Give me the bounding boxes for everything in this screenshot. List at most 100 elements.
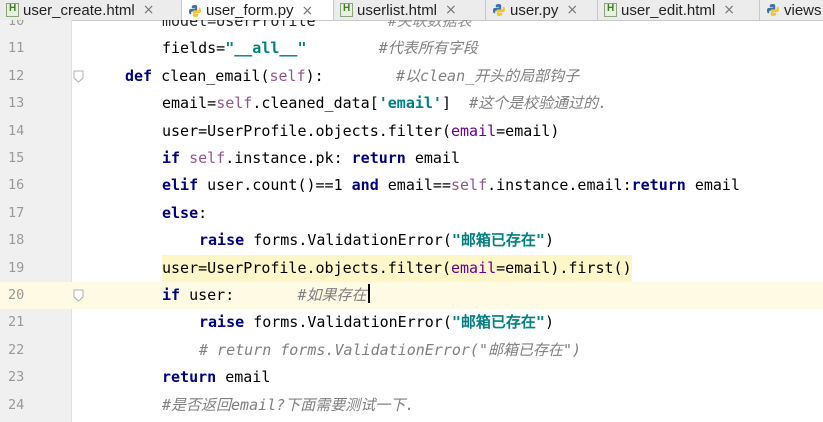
code-line[interactable]: 19 user=UserProfile.objects.filter(email=… [0,254,823,282]
code-text: return email [162,364,270,391]
editor-tab-bar: user_create.html×user_form.py×userlist.h… [0,0,823,21]
code-token: ] [441,94,470,113]
code-line[interactable]: 16 elif user.count()==1 and email==self.i… [0,172,823,199]
tab-close-icon[interactable]: × [723,2,735,18]
code-token: #关联数据表 [387,20,472,30]
code-line[interactable]: 23 return email [0,364,823,391]
code-text: raise forms.ValidationError("邮箱已存在") [199,227,554,254]
fold-marker-icon[interactable] [73,289,84,302]
code-token: email [225,368,271,387]
code-token: #如果存在 [297,286,367,304]
code-token: email [450,121,497,140]
code-token: user=UserProfile.objects.filter( [162,258,451,277]
code-token: =email) [496,121,560,140]
line-number: 16 [8,177,25,194]
code-text: elif user.count()==1 and email==self.ins… [162,172,740,199]
line-number: 11 [8,40,25,57]
code-token: forms.ValidationError( [253,231,452,250]
code-line[interactable]: 18 raise forms.ValidationError("邮箱已存在") [0,227,823,254]
tab-close-icon[interactable]: × [566,2,578,18]
line-number: 21 [8,314,25,331]
code-token: ) [544,231,554,250]
code-token: .instance.email: [487,176,632,195]
code-line[interactable]: 15 if self.instance.pk: return email [0,145,823,172]
tab-user-edit-html[interactable]: user_edit.html × [598,0,760,20]
code-token: model=UserProfile [162,20,316,30]
code-text: raise forms.ValidationError("邮箱已存在") [199,309,554,336]
tab-label: user_create.html [23,1,135,19]
code-token: email [414,149,461,167]
line-number: 19 [8,259,25,276]
line-number: 14 [8,122,25,139]
code-token: .instance.pk: [225,149,352,167]
code-token: .cleaned_data[ [252,94,379,113]
code-text: fields="__all__" #代表所有字段 [162,35,478,62]
line-number: 10 [8,20,25,29]
code-token: email= [162,94,217,113]
tab-label: userlist.html [357,1,438,19]
code-token: #这个是校验通过的. [469,94,608,113]
code-line[interactable]: 24 #是否返回email?下面需要测试一下. [0,392,823,419]
code-text: if user: #如果存在 [162,282,370,309]
line-number: 13 [8,95,25,112]
code-editor[interactable]: 10 model=UserProfile #关联数据表 11 fields="__al… [0,20,823,422]
tab-close-icon[interactable]: × [302,3,314,19]
line-number: 18 [8,232,25,249]
code-line[interactable]: 10 model=UserProfile #关联数据表 [0,20,823,35]
tab-user-py[interactable]: user.py × [486,0,598,20]
code-text: user=UserProfile.objects.filter(email=em… [162,254,632,282]
code-token: return [631,176,695,195]
code-text: model=UserProfile #关联数据表 [162,20,472,35]
code-token: user: [189,286,235,304]
code-token: ): [305,66,324,85]
tab-user-form-py[interactable]: user_form.py × [182,0,334,20]
code-line[interactable]: 22 # return forms.ValidationError("邮箱已存在"… [0,337,823,364]
tab-userlist-html[interactable]: userlist.html × [334,0,486,20]
code-token: email== [387,176,451,195]
tab-label: user.py [510,1,559,19]
code-token: user.count()==1 [207,176,352,195]
tab-label: user_form.py [206,2,294,19]
code-line[interactable]: 12 def clean_email(self): #以clean_开头的局部钩子 [0,63,823,90]
tab-views[interactable]: views [760,0,823,20]
code-line[interactable]: 17 else: [0,200,823,227]
code-line[interactable]: 21 raise forms.ValidationError("邮箱已存在") [0,309,823,336]
text-cursor [367,284,370,303]
fold-marker-icon[interactable] [73,70,84,83]
code-line[interactable]: 20 if user: #如果存在 [0,282,823,310]
line-number: 12 [8,67,25,84]
code-line[interactable]: 11 fields="__all__" #代表所有字段 [0,35,823,62]
code-token: #以clean_开头的局部钩子 [395,66,580,85]
code-text: # return forms.ValidationError("邮箱已存在") [199,337,581,364]
code-token: if [162,149,190,167]
python-file-icon [492,3,506,17]
code-token: # return forms.ValidationError("邮箱已存在") [199,340,582,359]
html-file-icon [604,3,617,17]
python-file-icon [766,3,780,17]
code-token: "__all__" [225,39,307,58]
code-token: #是否返回email?下面需要测试一下. [162,395,415,414]
code-line[interactable]: 13 email=self.cleaned_data['email'] #这个是校… [0,90,823,117]
tab-label: views [784,1,822,19]
html-file-icon [340,3,353,17]
tab-close-icon[interactable]: × [445,2,457,18]
code-token: email [694,176,740,195]
code-token: ) [544,313,554,332]
code-token: self [269,66,306,85]
code-token: elif [162,176,208,195]
python-file-icon [188,4,202,18]
code-text: email=self.cleaned_data['email'] #这个是校验通… [162,90,607,117]
code-line[interactable]: 14 user=UserProfile.objects.filter(email=… [0,118,823,145]
code-token: "邮箱已存在" [451,231,545,250]
code-token: and [351,176,388,195]
code-token: "邮箱已存在" [451,313,545,332]
code-text: if self.instance.pk: return email [162,145,460,172]
tab-user-create-html[interactable]: user_create.html × [0,0,182,20]
line-number: 22 [8,341,25,358]
code-token: return [351,149,415,167]
code-token: raise [199,231,254,250]
tab-close-icon[interactable]: × [143,2,155,18]
